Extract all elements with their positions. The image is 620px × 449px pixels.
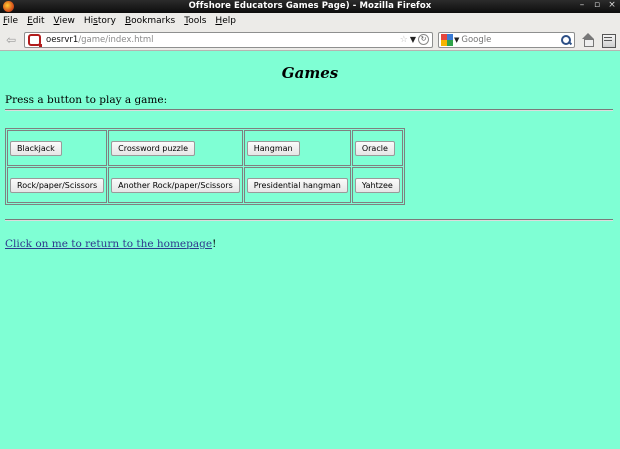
homepage-link-line: Click on me to return to the homepage! (5, 238, 217, 250)
bookmark-star-icon[interactable]: ☆ (400, 35, 408, 45)
url-text[interactable]: oesrvr1/game/index.html (46, 35, 153, 45)
window-title: Offshore Educators Games Page) - Mozilla… (188, 1, 432, 11)
navigation-toolbar: ⇦ oesrvr1/game/index.html ☆ ▼ ↻ ▼ (0, 28, 620, 51)
table-row: Rock/paper/Scissors Another Rock/paper/S… (7, 167, 403, 203)
reload-icon[interactable]: ↻ (418, 34, 429, 45)
search-magnifier-icon[interactable] (560, 34, 572, 46)
page-content: Games Press a button to play a game: Bla… (0, 52, 620, 449)
hangman-button[interactable]: Hangman (246, 140, 300, 156)
maximize-icon[interactable]: ▫ (593, 0, 601, 10)
window-controls: – ▫ × (578, 0, 616, 10)
menu-help[interactable]: Help (215, 16, 236, 26)
another-rock-paper-scissors-button[interactable]: Another Rock/paper/Scissors (111, 177, 240, 193)
menu-file[interactable]: File (3, 16, 18, 26)
divider-bottom (5, 219, 613, 221)
search-bar[interactable]: ▼ (438, 32, 575, 48)
crossword-puzzle-button[interactable]: Crossword puzzle (111, 140, 195, 156)
divider-top (5, 109, 613, 111)
page-title: Games (281, 64, 339, 82)
oracle-button[interactable]: Oracle (354, 140, 395, 156)
table-row: Blackjack Crossword puzzle Hangman Oracl… (7, 130, 403, 166)
intro-text: Press a button to play a game: (5, 94, 168, 106)
bookmarks-icon[interactable] (600, 32, 616, 48)
menu-view[interactable]: View (54, 16, 75, 26)
blackjack-button[interactable]: Blackjack (10, 140, 62, 156)
search-input[interactable] (461, 35, 562, 45)
menu-tools[interactable]: Tools (184, 16, 206, 26)
history-dropdown-icon[interactable]: ▼ (410, 35, 416, 44)
minimize-icon[interactable]: – (578, 0, 586, 10)
menu-bar: File Edit View History Bookmarks Tools H… (0, 13, 620, 28)
back-arrow-icon[interactable]: ⇦ (3, 32, 19, 48)
games-table: Blackjack Crossword puzzle Hangman Oracl… (5, 128, 405, 205)
window-titlebar: Offshore Educators Games Page) - Mozilla… (0, 0, 620, 13)
home-icon[interactable] (580, 32, 596, 48)
presidential-hangman-button[interactable]: Presidential hangman (246, 177, 348, 193)
menu-history[interactable]: History (84, 16, 116, 26)
google-engine-icon[interactable] (441, 34, 453, 46)
site-identity-icon[interactable] (28, 34, 42, 47)
close-icon[interactable]: × (608, 0, 616, 10)
url-bar-controls: ☆ ▼ ↻ (400, 34, 429, 45)
url-bar[interactable]: oesrvr1/game/index.html ☆ ▼ ↻ (24, 32, 433, 48)
homepage-link[interactable]: Click on me to return to the homepage (5, 238, 212, 250)
menu-edit[interactable]: Edit (27, 16, 44, 26)
rock-paper-scissors-button[interactable]: Rock/paper/Scissors (10, 177, 105, 193)
yahtzee-button[interactable]: Yahtzee (354, 177, 400, 193)
menu-bookmarks[interactable]: Bookmarks (125, 16, 175, 26)
engine-dropdown-icon[interactable]: ▼ (454, 36, 459, 44)
